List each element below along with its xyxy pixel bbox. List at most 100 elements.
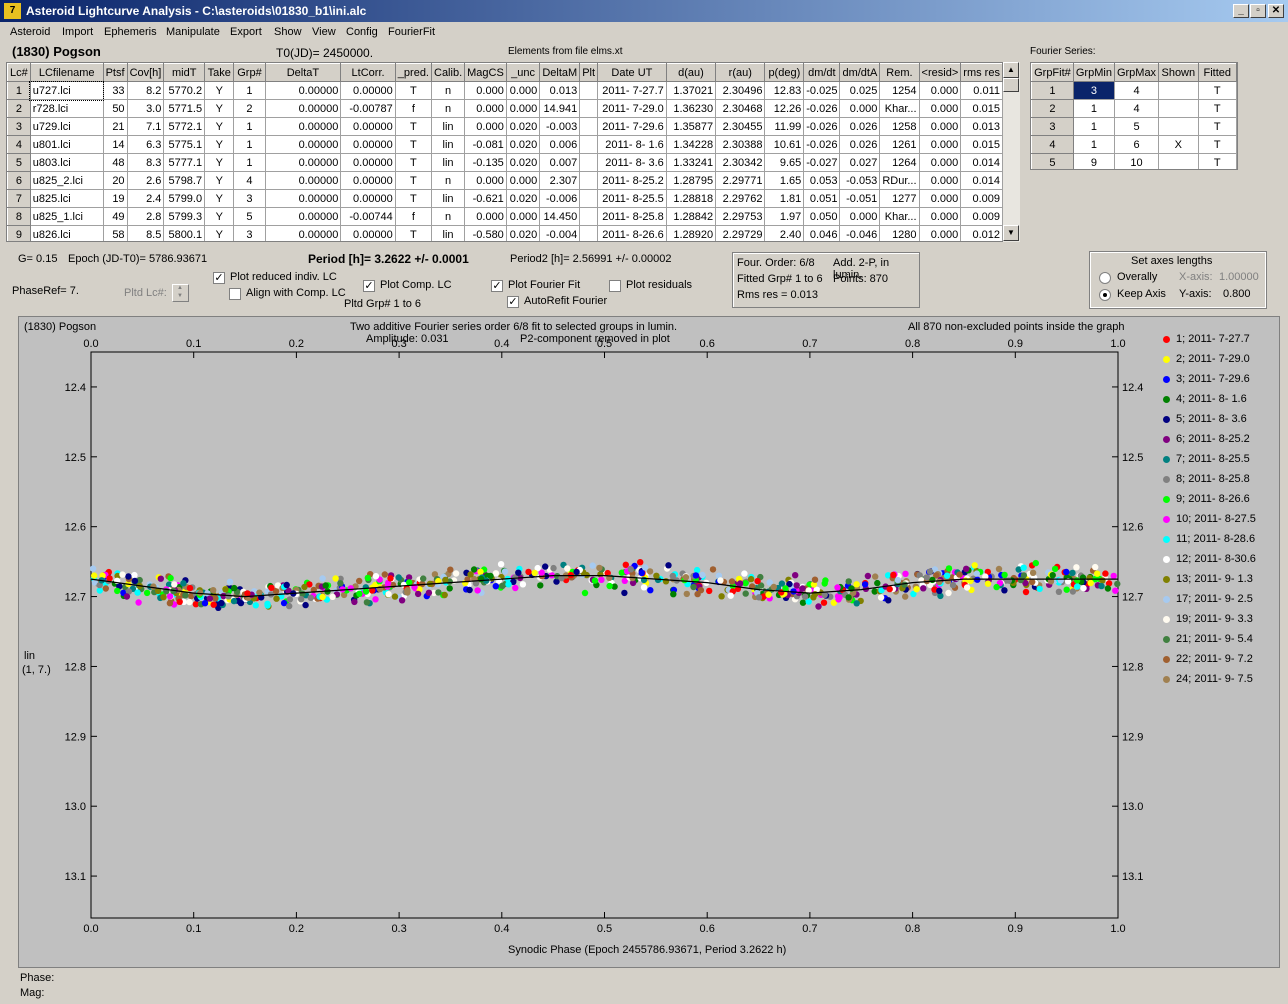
legend-marker [1163, 475, 1170, 483]
data-point [1099, 577, 1106, 584]
legend-marker [1163, 335, 1170, 343]
data-point [157, 575, 164, 582]
y-tick-label-left: 12.9 [65, 731, 86, 743]
data-point [949, 581, 957, 589]
data-point [495, 577, 502, 584]
data-point [364, 574, 371, 582]
legend-label: 4; 2011- 8- 1.6 [1176, 393, 1247, 405]
legend-marker [1163, 515, 1170, 523]
data-point [640, 584, 648, 591]
data-point [501, 568, 509, 575]
data-point [512, 584, 519, 592]
legend-label: 11; 2011- 8-28.6 [1176, 533, 1256, 545]
data-point [1073, 564, 1080, 571]
data-point [391, 593, 399, 600]
data-point [885, 597, 892, 604]
y-tick-label-left: 12.8 [65, 661, 86, 673]
data-point [332, 575, 339, 582]
data-point [356, 590, 363, 597]
data-point [945, 565, 953, 572]
legend-marker [1163, 355, 1170, 363]
data-point [1094, 570, 1101, 577]
data-point [956, 571, 963, 578]
data-point [1069, 569, 1076, 577]
data-point [492, 583, 499, 590]
legend-label: 10; 2011- 8-27.5 [1176, 513, 1256, 525]
x-tick-label-bottom: 0.8 [905, 923, 920, 935]
legend-label: 6; 2011- 8-25.2 [1176, 433, 1250, 445]
legend-entry: 22; 2011- 9- 7.2 [1163, 653, 1253, 665]
data-point [665, 562, 672, 569]
data-point [1036, 585, 1043, 593]
y-tick-label-right: 12.6 [1122, 522, 1143, 534]
data-point [736, 580, 744, 587]
data-point [381, 571, 388, 578]
data-point [230, 597, 238, 605]
data-point [936, 578, 943, 586]
data-point [1055, 588, 1063, 595]
data-point [499, 582, 506, 589]
data-point [298, 596, 305, 603]
y-tick-label-right: 13.1 [1122, 871, 1143, 883]
x-tick-label-bottom: 0.1 [186, 923, 201, 935]
data-point [799, 599, 807, 606]
data-point [1110, 572, 1117, 580]
data-point [478, 575, 485, 583]
data-point [387, 575, 394, 582]
data-point [1005, 577, 1012, 584]
data-point [231, 584, 238, 592]
data-point [134, 589, 141, 596]
x-tick-label-bottom: 0.4 [494, 923, 509, 935]
data-point [853, 581, 860, 588]
legend-entry: 8; 2011- 8-25.8 [1163, 473, 1250, 485]
data-point [319, 575, 326, 582]
data-point [894, 576, 902, 584]
legend-entry: 4; 2011- 8- 1.6 [1163, 393, 1247, 405]
x-tick-label-top: 0.8 [905, 338, 920, 350]
data-point [301, 583, 308, 591]
x-tick-label-bottom: 0.5 [597, 923, 612, 935]
data-point [474, 587, 481, 594]
data-point [943, 572, 951, 579]
data-point [718, 593, 725, 600]
data-point [929, 576, 936, 584]
data-point [307, 594, 314, 601]
data-point [447, 566, 454, 573]
data-point [834, 584, 841, 591]
data-point [467, 571, 474, 578]
data-point [286, 596, 294, 603]
data-point [119, 571, 126, 578]
y-tick-label-left: 12.5 [65, 452, 86, 464]
data-point [505, 581, 512, 588]
data-point [1001, 587, 1008, 594]
data-point [1073, 583, 1081, 590]
data-point [252, 602, 259, 609]
data-point [222, 586, 229, 593]
data-point [920, 585, 927, 592]
data-point [395, 574, 402, 581]
legend-entry: 12; 2011- 8-30.6 [1163, 553, 1256, 565]
y-tick-label-right: 12.8 [1122, 661, 1143, 673]
data-point [106, 575, 113, 582]
data-point [1063, 586, 1070, 593]
data-point [237, 599, 245, 607]
data-point [135, 599, 142, 606]
data-point [993, 583, 1000, 591]
data-point [693, 566, 701, 574]
data-point [564, 565, 571, 572]
data-point [653, 572, 660, 579]
data-point [420, 575, 427, 582]
data-point [770, 583, 777, 591]
data-point [143, 589, 151, 597]
data-point [755, 594, 763, 601]
data-point [414, 590, 422, 598]
data-point [717, 577, 724, 584]
legend-label: 22; 2011- 9- 7.2 [1176, 653, 1253, 665]
legend-entry: 10; 2011- 8-27.5 [1163, 513, 1256, 525]
data-point [926, 568, 934, 575]
lightcurve-chart[interactable]: 0.0 0.0 0.1 0.1 0.2 0.2 0.3 0.3 0.4 0.4 0.5 0.5 0.6 0… [0, 0, 1288, 1004]
legend-marker [1163, 455, 1170, 463]
data-point [244, 590, 251, 597]
data-point [845, 578, 852, 585]
x-tick-label-top: 0.7 [802, 338, 817, 350]
